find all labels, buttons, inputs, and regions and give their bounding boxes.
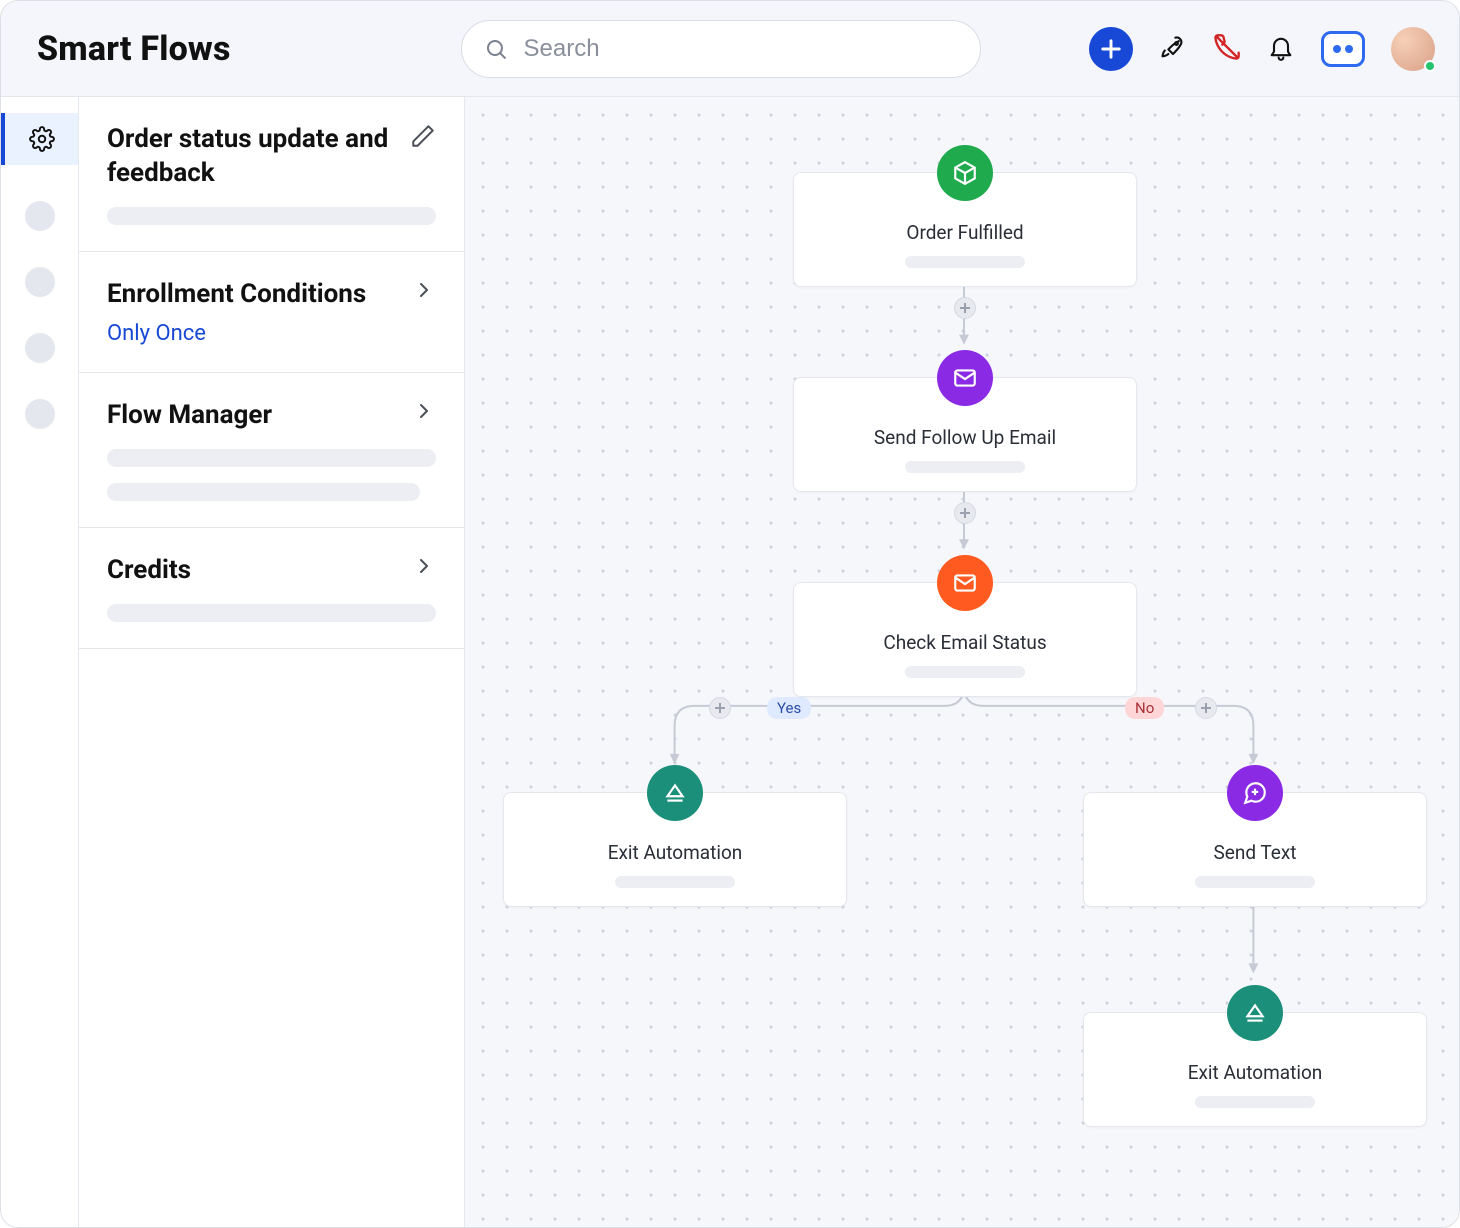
topbar: Smart Flows [1, 1, 1459, 97]
node-label: Send Text [1084, 841, 1426, 864]
rocket-icon [1159, 33, 1187, 61]
add-step-button[interactable] [954, 502, 976, 524]
bell-icon [1267, 33, 1295, 61]
placeholder-line [905, 461, 1025, 473]
rail-item-placeholder[interactable] [25, 267, 55, 297]
placeholder-line [107, 604, 436, 622]
flow-name: Order status update and feedback [107, 123, 396, 191]
node-label: Send Follow Up Email [794, 426, 1136, 449]
chat-icon [1227, 765, 1283, 821]
nav-rail [1, 97, 79, 1227]
gear-icon [29, 126, 55, 152]
rail-item-placeholder[interactable] [25, 201, 55, 231]
branch-yes-label: Yes [767, 697, 811, 719]
rail-item-placeholder[interactable] [25, 333, 55, 363]
placeholder-line [1195, 876, 1315, 888]
placeholder-line [905, 256, 1025, 268]
add-step-button[interactable] [709, 697, 731, 719]
flow-canvas[interactable]: Yes No Order Fulfilled Send Follow Up Em… [465, 97, 1459, 1227]
node-send-followup-email[interactable]: Send Follow Up Email [793, 377, 1137, 492]
placeholder-line [107, 483, 420, 501]
assistant-button[interactable] [1321, 31, 1365, 67]
node-label: Exit Automation [504, 841, 846, 864]
node-label: Order Fulfilled [794, 221, 1136, 244]
node-label: Check Email Status [794, 631, 1136, 654]
search-input[interactable] [522, 34, 958, 64]
search-icon [484, 36, 508, 62]
avatar[interactable] [1391, 27, 1435, 71]
node-exit-automation-yes[interactable]: Exit Automation [503, 792, 847, 907]
add-step-button[interactable] [954, 297, 976, 319]
placeholder-line [1195, 1096, 1315, 1108]
presence-indicator-icon [1424, 60, 1436, 72]
search-box[interactable] [461, 20, 981, 78]
node-label: Exit Automation [1084, 1061, 1426, 1084]
node-exit-automation-no[interactable]: Exit Automation [1083, 1012, 1427, 1127]
placeholder-line [905, 666, 1025, 678]
plus-icon [1097, 35, 1125, 63]
page-title: Smart Flows [37, 29, 231, 69]
cube-icon [937, 145, 993, 201]
branch-no-label: No [1125, 697, 1164, 719]
mute-call-button[interactable] [1213, 33, 1241, 65]
section-title: Credits [107, 554, 191, 588]
notifications-button[interactable] [1267, 33, 1295, 65]
chevron-right-icon [412, 554, 436, 578]
eject-icon [647, 765, 703, 821]
placeholder-line [107, 449, 436, 467]
node-send-text[interactable]: Send Text [1083, 792, 1427, 907]
sidebar: Order status update and feedback Enrollm… [79, 97, 465, 1227]
placeholder-line [615, 876, 735, 888]
sidebar-enrollment-conditions[interactable]: Enrollment Conditions Only Once [79, 252, 464, 374]
add-step-button[interactable] [1195, 697, 1217, 719]
sidebar-flow-name-panel: Order status update and feedback [79, 97, 464, 252]
sidebar-flow-manager[interactable]: Flow Manager [79, 373, 464, 528]
node-order-fulfilled[interactable]: Order Fulfilled [793, 172, 1137, 287]
phone-off-icon [1213, 33, 1241, 61]
add-button[interactable] [1089, 27, 1133, 71]
rail-item-placeholder[interactable] [25, 399, 55, 429]
assistant-dot-icon [1333, 45, 1341, 53]
section-title: Enrollment Conditions [107, 278, 366, 312]
chevron-right-icon [412, 278, 436, 302]
enrollment-frequency: Only Once [107, 321, 436, 346]
mail-icon [937, 555, 993, 611]
sidebar-credits[interactable]: Credits [79, 528, 464, 649]
placeholder-line [107, 207, 436, 225]
chevron-right-icon [412, 399, 436, 423]
eject-icon [1227, 985, 1283, 1041]
mail-icon [937, 350, 993, 406]
node-check-email-status[interactable]: Check Email Status [793, 582, 1137, 697]
section-title: Flow Manager [107, 399, 272, 433]
edit-flow-name-button[interactable] [410, 123, 436, 149]
rail-item-settings[interactable] [1, 113, 78, 165]
rocket-button[interactable] [1159, 33, 1187, 65]
topbar-actions [1089, 27, 1435, 71]
assistant-dot-icon [1345, 45, 1353, 53]
